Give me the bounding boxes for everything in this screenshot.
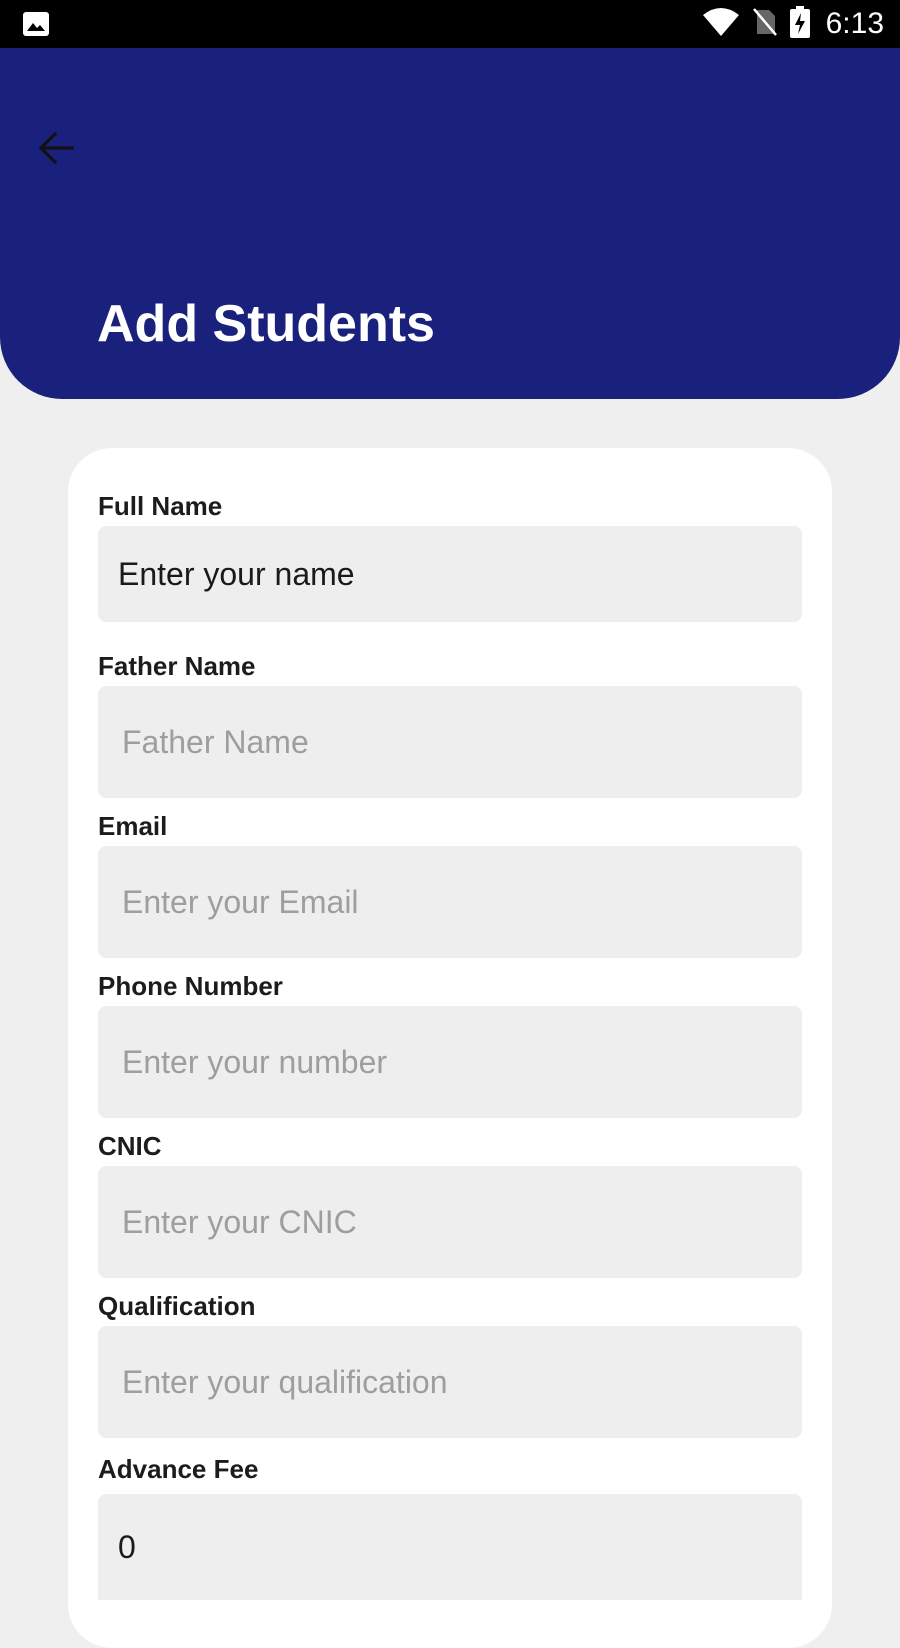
back-button[interactable] <box>30 124 82 176</box>
no-sim-icon <box>752 7 778 42</box>
battery-charging-icon <box>789 5 810 43</box>
phone-number-label: Phone Number <box>98 971 283 1001</box>
cnic-input[interactable] <box>98 1166 802 1278</box>
email-label: Email <box>98 811 168 841</box>
father-name-label: Father Name <box>98 651 256 681</box>
email-input[interactable] <box>98 846 802 958</box>
wifi-icon <box>702 7 740 42</box>
father-name-input[interactable] <box>98 686 802 798</box>
phone-number-input[interactable] <box>98 1006 802 1118</box>
full-name-input[interactable] <box>98 526 802 622</box>
advance-fee-input[interactable] <box>98 1494 802 1600</box>
qualification-input[interactable] <box>98 1326 802 1438</box>
image-icon <box>22 11 50 37</box>
arrow-left-icon <box>38 131 74 170</box>
status-time: 6:13 <box>825 7 884 40</box>
full-name-label: Full Name <box>98 491 223 521</box>
status-bar: 6:13 <box>0 0 900 48</box>
page-title: Add Students <box>97 295 435 353</box>
qualification-label: Qualification <box>98 1291 256 1321</box>
cnic-label: CNIC <box>98 1131 162 1161</box>
advance-fee-label: Advance Fee <box>98 1454 259 1484</box>
header-banner: Add Students <box>0 48 900 399</box>
